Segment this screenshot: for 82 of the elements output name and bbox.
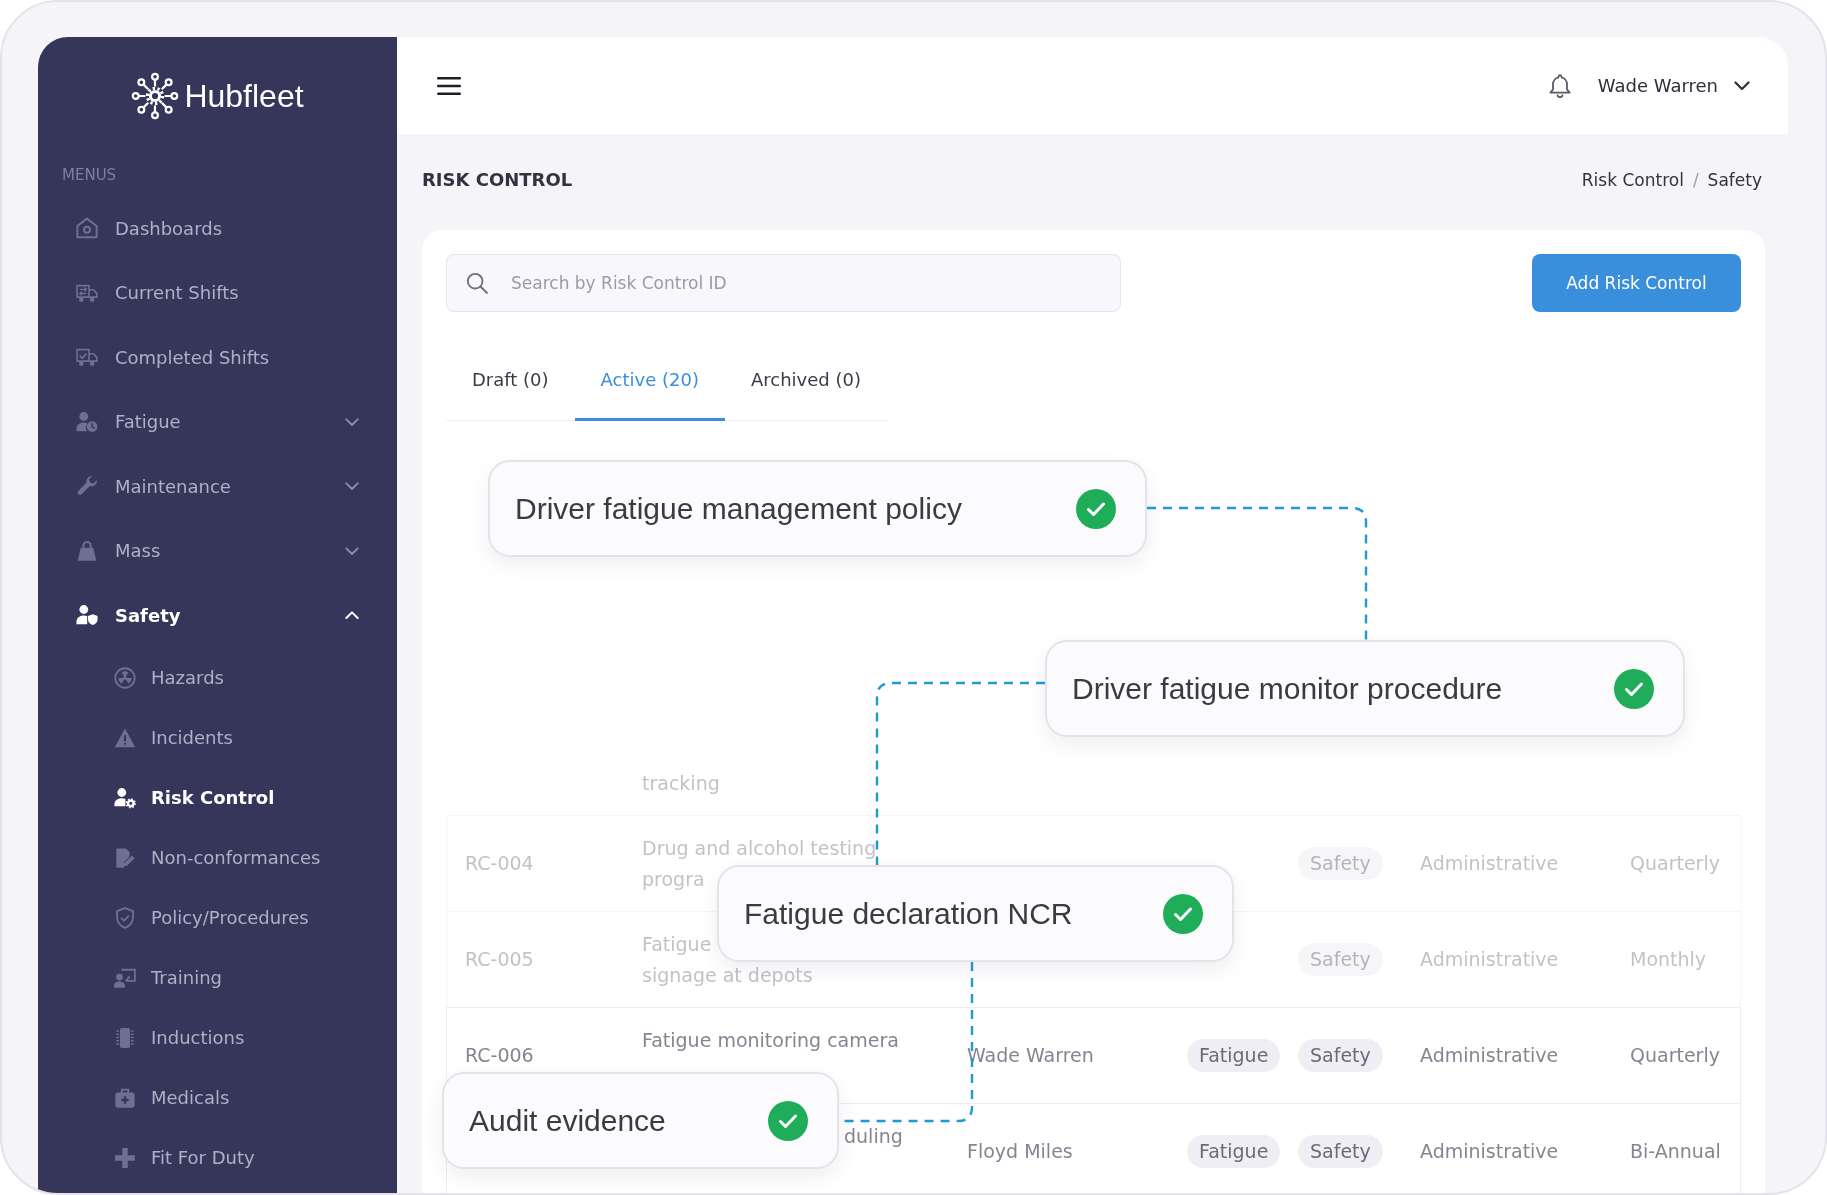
user-clock-icon [76, 410, 98, 433]
table-cell-text: Fatigue monitoring camera [642, 1027, 899, 1053]
sidebar-item[interactable]: Training [38, 947, 397, 1008]
table-cell-text: Quarterly [1630, 1043, 1720, 1068]
chip-icon [114, 1026, 136, 1049]
logo-icon [131, 72, 180, 120]
table-cell-text: RC-004 [465, 851, 534, 876]
chevron-up-icon[interactable] [345, 611, 359, 620]
card-title: Driver fatigue management policy [515, 490, 962, 527]
sidebar-item[interactable]: Inductions [38, 1007, 397, 1068]
table-cell-text: tracking [642, 770, 720, 796]
chevron-down-icon [1734, 80, 1750, 91]
card-title: Driver fatigue monitor procedure [1072, 670, 1503, 707]
card-title: Audit evidence [469, 1102, 666, 1139]
chevron-down-icon[interactable] [345, 546, 359, 555]
document-pen-icon [114, 846, 136, 869]
sidebar-item[interactable]: Fatigue [38, 389, 397, 454]
presenter-icon [114, 966, 136, 989]
tab[interactable]: Archived (0) [724, 340, 887, 421]
table-cell-text: Quarterly [1630, 851, 1720, 876]
medical-kit-icon [114, 1086, 136, 1109]
page-title: RISK CONTROL [422, 169, 573, 191]
table-cell-text: Administrative [1420, 1043, 1559, 1068]
sidebar-item[interactable]: Fit For Duty [38, 1127, 397, 1188]
sidebar-item[interactable]: Risk Control [38, 767, 397, 828]
search-field[interactable]: Search by Risk Control ID [446, 254, 1121, 312]
table-cell-text: Floyd Miles [967, 1139, 1073, 1164]
chevron-down-icon[interactable] [345, 482, 359, 491]
table-cell-text: duling [844, 1123, 903, 1149]
sidebar-item[interactable]: Mass [38, 518, 397, 583]
tag: Safety [1298, 1038, 1383, 1072]
shield-check-icon [114, 906, 136, 929]
table-cell-text: RC-005 [465, 947, 534, 972]
card-title: Fatigue declaration NCR [744, 895, 1073, 932]
table-cell-text: progra [642, 866, 705, 892]
sidebar-item[interactable]: Current Shifts [38, 260, 397, 325]
sidebar-item[interactable]: Medicals [38, 1067, 397, 1128]
user-menu-button[interactable]: Wade Warren [1597, 75, 1750, 96]
warning-icon [114, 726, 136, 749]
tag: Safety [1298, 942, 1383, 976]
home-icon [76, 217, 98, 240]
table-cell-text: Drug and alcohol testing [642, 835, 877, 861]
breadcrumb-separator: / [1692, 170, 1699, 190]
table-cell-text: Administrative [1420, 1139, 1559, 1164]
table-cell-text: Administrative [1420, 947, 1559, 972]
table-cell-text: Monthly [1630, 947, 1707, 972]
search-icon [466, 272, 488, 294]
table-cell-text: Wade Warren [967, 1043, 1094, 1068]
table-cell-text: Administrative [1420, 851, 1559, 876]
logo-text: Hubfleet [184, 78, 304, 114]
wrench-icon [76, 475, 98, 498]
chevron-down-icon[interactable] [345, 417, 359, 426]
user-gear-icon [114, 786, 136, 809]
section-label: MENUS [62, 167, 117, 183]
tag: Fatigue [1187, 1038, 1281, 1072]
sidebar-item[interactable]: Safety [38, 583, 397, 648]
add-button[interactable]: Add Risk Control [1532, 254, 1741, 312]
sidebar-item[interactable]: Hazards [38, 647, 397, 708]
sidebar-item[interactable]: Completed Shifts [38, 325, 397, 390]
sidebar-item[interactable]: Incidents [38, 707, 397, 768]
sidebar-item[interactable]: Maintenance [38, 454, 397, 519]
breadcrumb-current: Safety [1707, 170, 1762, 190]
sidebar-item[interactable]: Non-conformances [38, 827, 397, 888]
tag: Fatigue [1187, 1134, 1281, 1168]
sidebar-item[interactable]: Dashboards [38, 196, 397, 261]
menu-icon[interactable] [437, 76, 461, 95]
tag: Safety [1298, 1134, 1383, 1168]
table-cell-text: RC-006 [465, 1043, 534, 1068]
truck-check-icon [76, 346, 98, 369]
bell-icon[interactable] [1548, 73, 1571, 98]
table-cell-text: Fatigue [642, 931, 712, 957]
radiation-icon [114, 666, 136, 689]
table-cell-text: Bi-Annual [1630, 1139, 1721, 1164]
table-cell-text: signage at depots [642, 962, 813, 988]
tab[interactable]: Active (20) [574, 340, 725, 421]
plus-icon [114, 1146, 136, 1169]
tag: Safety [1298, 846, 1383, 880]
tab[interactable]: Draft (0) [446, 340, 575, 421]
sidebar-item[interactable]: Policy/Procedures [38, 887, 397, 948]
user-shield-icon [76, 604, 98, 627]
bag-icon [76, 539, 98, 562]
breadcrumb-link[interactable]: Risk Control [1581, 170, 1684, 190]
